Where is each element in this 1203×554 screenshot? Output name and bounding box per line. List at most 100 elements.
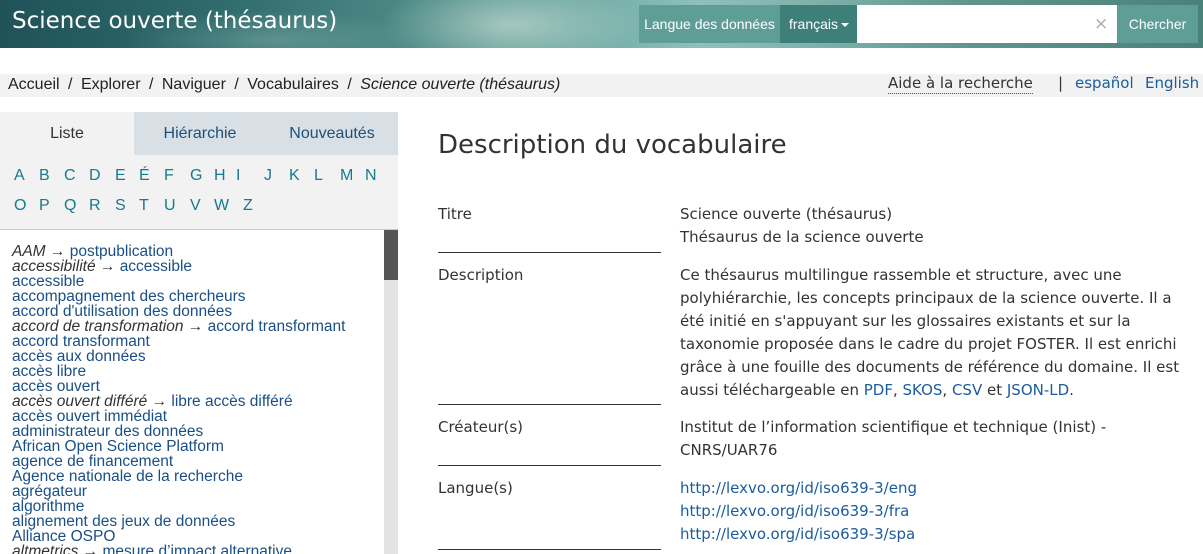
breadcrumb-current: Science ouverte (thésaurus) [360,76,561,93]
ui-language-spanish[interactable]: español [1075,74,1134,92]
letter-e-link[interactable]: E [115,167,126,185]
search-button[interactable]: Chercher [1117,5,1198,43]
site-title[interactable]: Science ouverte (thésaurus) [12,8,337,34]
tab-hierarchy[interactable]: Hiérarchie [134,112,266,155]
concept-item[interactable]: accord d'utilisation des données [12,304,382,320]
arrow-right-icon: → [187,318,204,335]
search-input[interactable] [857,5,1117,43]
download-pdf-link[interactable]: PDF [864,381,893,399]
description-line: polyhiérarchie, les concepts principaux … [680,289,1172,307]
ui-language-english[interactable]: English [1145,74,1199,92]
download-jsonld-link[interactable]: JSON-LD [1007,381,1069,399]
period: . [1069,381,1074,399]
letter-n-link[interactable]: N [365,167,377,185]
creator-line: CNRS/UAR76 [680,441,778,459]
title-values: Science ouverte (thésaurus) Thésaurus de… [680,203,1180,249]
sidebar: Liste Hiérarchie Nouveautés ABCDEÉFGHI JK… [0,112,398,554]
concept-item[interactable]: AAM → postpublication [12,244,382,260]
row-divider [438,404,661,405]
letter-z-link[interactable]: Z [243,197,253,215]
letter-o-link[interactable]: O [14,197,26,215]
concept-item[interactable]: accès ouvert différé → libre accès diffé… [12,393,382,410]
preferred-label[interactable]: accord transformant [208,318,346,335]
concept-item[interactable]: accès aux données [12,349,382,365]
breadcrumb: Accueil / Explorer / Naviguer / Vocabula… [8,76,560,94]
letter-r-link[interactable]: R [89,197,101,215]
concept-item[interactable]: accès ouvert [12,379,382,395]
language-link-fra[interactable]: http://lexvo.org/id/iso639-3/fra [680,500,1180,523]
concept-item[interactable]: African Open Science Platform [12,439,382,455]
preferred-label[interactable]: mesure d’impact alternative [102,543,292,554]
letter-s-link[interactable]: S [115,197,126,215]
tab-new-concepts[interactable]: Nouveautés [266,112,398,155]
preferred-label[interactable]: accessible [120,258,192,275]
search-help-link[interactable]: Aide à la recherche [888,74,1033,94]
tab-list[interactable]: Liste [0,112,134,155]
creator-value: Institut de l’information scientifique e… [680,416,1180,462]
concept-item[interactable]: Alliance OSPO [12,529,382,545]
breadcrumb-explore[interactable]: Explorer [81,76,141,93]
concept-item[interactable]: algorithme [12,499,382,515]
letter-f-link[interactable]: F [164,167,174,185]
alt-title-value: Thésaurus de la science ouverte [680,228,924,246]
letter-j-link[interactable]: J [264,167,272,185]
letter-b-link[interactable]: B [39,167,50,185]
concept-item[interactable]: alignement des jeux de données [12,514,382,530]
concept-item[interactable]: accessibilité → accessible [12,258,382,275]
breadcrumb-separator: / [68,76,73,93]
clear-search-icon[interactable]: × [1094,14,1108,34]
page-title: Description du vocabulaire [438,130,787,160]
concept-item[interactable]: altmetrics → mesure d’impact alternative [12,544,382,554]
concept-item[interactable]: agence de financement [12,454,382,470]
breadcrumb-separator: / [234,76,239,93]
concept-item[interactable]: Agence nationale de la recherche [12,469,382,485]
letter-v-link[interactable]: V [190,197,201,215]
concept-item[interactable]: administrateur des données [12,424,382,440]
concept-item[interactable]: agrégateur [12,484,382,500]
arrow-right-icon: → [99,258,116,275]
download-skos-link[interactable]: SKOS [903,381,943,399]
preferred-label[interactable]: libre accès différé [171,393,292,410]
concept-item[interactable]: accès ouvert immédiat [12,409,382,425]
description-label: Description [438,266,524,284]
download-csv-link[interactable]: CSV [952,381,982,399]
letter-m-link[interactable]: M [340,167,353,185]
row-divider [438,252,661,253]
concept-list-panel[interactable]: AAM → postpublication accessibilité → acc… [0,229,398,554]
letter-l-link[interactable]: L [314,167,323,185]
breadcrumb-vocabularies[interactable]: Vocabulaires [247,76,339,93]
data-language-dropdown[interactable]: français [780,5,857,43]
arrow-right-icon: → [82,543,99,554]
breadcrumb-home[interactable]: Accueil [8,76,60,93]
letter-q-link[interactable]: Q [64,197,76,215]
letter-é-link[interactable]: É [139,167,150,185]
letter-t-link[interactable]: T [139,197,149,215]
description-line: taxonomie proposée dans le cadre du proj… [680,335,1177,353]
concept-item[interactable]: accès libre [12,364,382,380]
letter-i-link[interactable]: I [236,167,240,185]
concept-list: AAM → postpublication accessibilité → acc… [12,244,382,554]
breadcrumb-browse[interactable]: Naviguer [162,76,226,93]
letter-c-link[interactable]: C [64,167,76,185]
sidebar-tabs: Liste Hiérarchie Nouveautés [0,112,398,155]
title-label: Titre [438,205,472,223]
concept-item[interactable]: accessible [12,274,382,290]
letter-w-link[interactable]: W [214,197,229,215]
comma: , [942,381,952,399]
concept-item[interactable]: accord transformant [12,334,382,350]
language-values: http://lexvo.org/id/iso639-3/eng http://… [680,477,1180,546]
letter-h-link[interactable]: H [214,167,226,185]
letter-p-link[interactable]: P [39,197,50,215]
language-link-eng[interactable]: http://lexvo.org/id/iso639-3/eng [680,477,1180,500]
row-divider [438,549,661,550]
letter-u-link[interactable]: U [164,197,176,215]
scrollbar-thumb[interactable] [384,230,398,280]
caret-down-icon [841,23,850,28]
letter-d-link[interactable]: D [89,167,101,185]
letter-a-link[interactable]: A [14,167,25,185]
letter-k-link[interactable]: K [289,167,300,185]
letter-g-link[interactable]: G [190,167,202,185]
concept-item[interactable]: accompagnement des chercheurs [12,289,382,305]
language-link-spa[interactable]: http://lexvo.org/id/iso639-3/spa [680,523,1180,546]
concept-item[interactable]: accord de transformation → accord transf… [12,318,382,335]
